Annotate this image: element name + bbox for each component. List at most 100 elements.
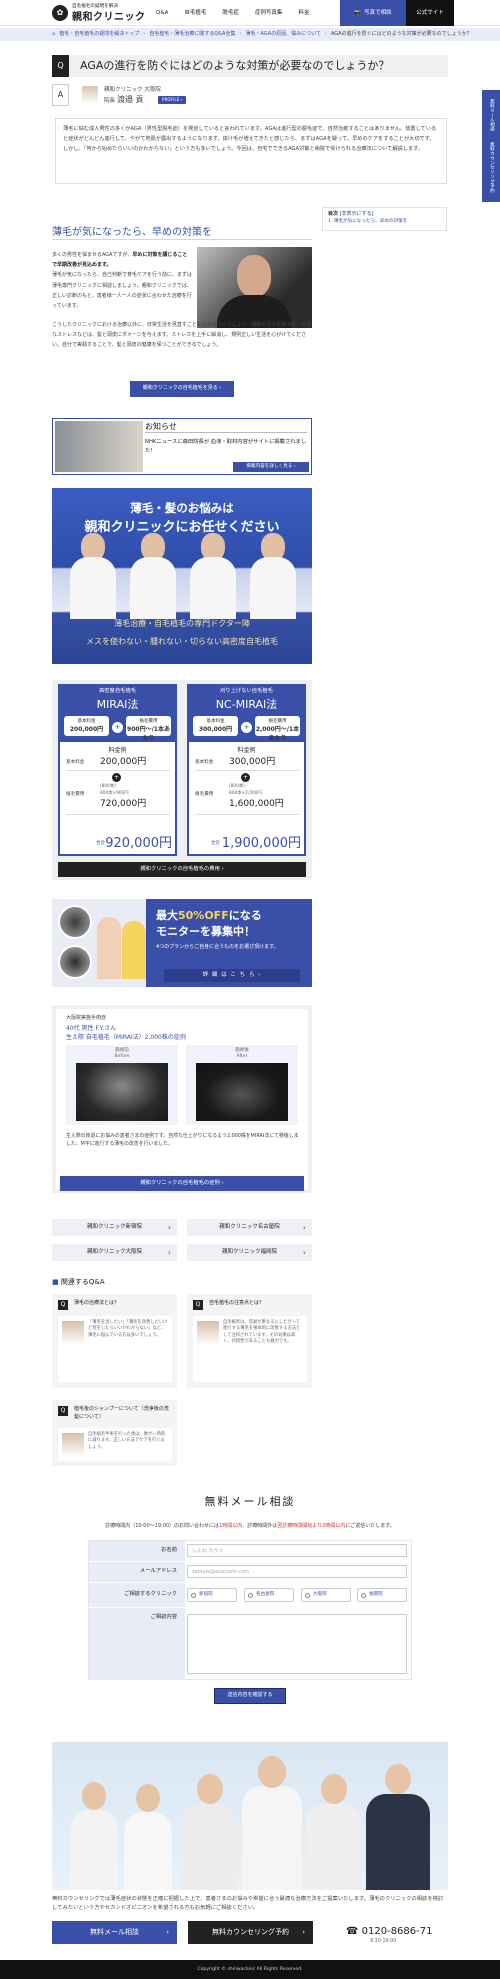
monitor-person — [122, 921, 146, 979]
clinic-radio-shinjuku[interactable]: 新宿院 — [187, 1588, 237, 1602]
plan-name: NC-MIRAI法 — [215, 698, 278, 711]
monitor-text: 4つのプランからご自身に合うものをお選び頂けます。 — [156, 944, 279, 950]
home-icon: ⌂ — [52, 30, 56, 37]
monitor-photos — [52, 899, 146, 987]
doctor-avatar — [62, 1321, 84, 1345]
related-qa-card[interactable]: Q 植毛後のシャンプーについて（洗浄後の洗髪について） 自毛植毛手術を行った後は… — [52, 1400, 177, 1466]
related-qa-card[interactable]: Q 自毛植毛の注意点とは？ 自毛植毛は、年齢が重なるにしたがって進行する薄毛を根… — [187, 1294, 312, 1388]
question-mark: Q — [52, 55, 69, 77]
case-clinic: 大阪院実施手術症 — [66, 1015, 107, 1021]
related-qa-card[interactable]: Q 薄毛の治療法とは？ 「薄毛を治したい」「薄毛を改善したいけど何をしたらいいか… — [52, 1294, 177, 1388]
monitor-headline: 最大50%OFFになる — [156, 909, 262, 922]
clinic-select-label: ご相談するクリニック — [89, 1583, 185, 1607]
monitor-detail-button[interactable]: 詳 細 は こ ち ら › — [164, 969, 300, 982]
plan-divider — [195, 814, 299, 815]
notice-detail-button[interactable]: 掲載内容を詳しく見る › — [233, 462, 309, 472]
monitor-banner[interactable]: 最大50%OFFになる モニターを募集中！ 4つのプランからご自身に合うものをお… — [52, 899, 312, 987]
plan-row-label: 植毛費用 — [66, 792, 85, 797]
form-submit-button[interactable]: 送信内容を確認する — [214, 1688, 286, 1704]
plus-icon: + — [112, 773, 121, 782]
plan-fee-title: 料金例 — [108, 747, 127, 754]
plus-icon: + — [241, 773, 250, 782]
breadcrumb-item[interactable]: 薄毛・AGAの原因、悩みについて — [245, 31, 320, 39]
float-mail-link[interactable]: 無料メール相談 — [488, 99, 494, 131]
mail-form: お名前 しんわ たろう メールアドレス sample@example.com ご… — [88, 1540, 412, 1680]
nav-item-price[interactable]: 料金 — [290, 0, 317, 26]
case-study: 大阪院実施手術症 40代 男性 F.Y.さん 生え際 自毛植毛（MIRAI法）2… — [52, 1005, 312, 1193]
toc-item[interactable]: 1. 薄毛が気になったら、早めの対策を — [328, 219, 441, 226]
mail-form-title: 無料メール相談 — [204, 1495, 296, 1508]
notice-divider — [145, 432, 307, 433]
clinic-radio-fukuoka[interactable]: 福岡院 — [357, 1588, 407, 1602]
plan-graft-value: 2,000円〜/1本あたり — [255, 726, 300, 742]
doctor-avatar — [197, 1321, 219, 1345]
banner-doctor — [190, 533, 236, 619]
name-input[interactable]: しんわ たろう — [187, 1544, 407, 1557]
transplant-cta-button[interactable]: 親和クリニックの自毛植毛を見る › — [130, 381, 234, 397]
notice-text: NHKニュースに森田院長が 血液・取材内容がサイトに掲載されました！ — [145, 439, 307, 454]
copyright: Copyright © shinwaclinic All Rights Rese… — [0, 1960, 500, 1979]
question-mark: Q — [58, 1406, 68, 1416]
before-label: 施術前 Before — [114, 1048, 130, 1059]
nav-item-cases[interactable]: 症例写真集 — [247, 0, 291, 26]
doctor-name: 渡邉 貢 — [117, 95, 144, 104]
plan-row-label: 植毛費用 — [195, 792, 214, 797]
nav-item-transplant[interactable]: 自毛植毛 — [176, 0, 214, 26]
clinic-radio-nagoya[interactable]: 名古屋院 — [244, 1588, 294, 1602]
email-input[interactable]: sample@example.com — [187, 1565, 407, 1578]
profile-button[interactable]: PROFILE › — [158, 96, 187, 104]
breadcrumb-item[interactable]: 植毛・自毛植毛の疑問を解決トップ — [59, 31, 139, 39]
answer-summary: 薄毛に悩む成人男性の多くがAGA（男性型脱毛症）を発症していると言われています。… — [55, 118, 447, 184]
related-answer-text: 自毛植毛は、年齢が重なるにしたがって進行する薄毛を根本的に改善する方法として注目… — [223, 1320, 301, 1344]
nav-item-alopecia[interactable]: 脱毛症 — [214, 0, 247, 26]
qa-icon: ■ — [52, 1278, 59, 1286]
monitor-person — [97, 917, 121, 979]
question-mark: Q — [193, 1300, 203, 1310]
monitor-headline-2: モニターを募集中！ — [156, 925, 255, 938]
site-logo[interactable]: ✿ 自毛植毛の疑問を解決 親和クリニック — [52, 4, 145, 23]
plan-total: 920,000円 — [105, 836, 172, 851]
clinic-radio-osaka[interactable]: 大阪院 — [301, 1588, 351, 1602]
banner-sub1: 薄毛治療・自毛植毛の専門ドクター陣 — [114, 619, 250, 628]
clinic-link-shinjuku[interactable]: 親和クリニック新宿院 — [52, 1219, 177, 1236]
related-answer: 自毛植毛手術を行った後は、数が一時的に減ります。正しい方法でケアを行いましょう。 — [58, 1428, 172, 1461]
breadcrumb-item[interactable]: 自毛植毛・薄毛治療に関するQ&A全集 — [149, 31, 235, 39]
after-photo — [196, 1063, 288, 1121]
content-textarea[interactable] — [187, 1614, 407, 1674]
plan-graft-label: 植毛費用 — [268, 719, 287, 724]
plan-row-value: 1,600,000円 — [229, 799, 284, 809]
plan-note: (800本) 800本×2,000円 — [229, 784, 262, 796]
breadcrumb-current: AGAの進行を防ぐにはどのような対策が必要なのでしょうか？ — [330, 30, 472, 37]
plan-base-price: 基本料金 300,000円 — [193, 716, 238, 736]
case-detail-button[interactable]: 親和クリニックの自毛植毛の症例 › — [60, 1176, 304, 1191]
plan-base-label: 基本料金 — [77, 719, 96, 724]
clinic-link-fukuoka[interactable]: 親和クリニック福岡院 — [187, 1244, 312, 1261]
related-answer: 「薄毛を治したい」「薄毛を改善したいけど何をしたらいいかわからない」など、薄毛に… — [58, 1316, 172, 1382]
plan-graft-price: 植毛費用 900円〜/1本あたり — [126, 716, 171, 742]
clinic-link-osaka[interactable]: 親和クリニック大阪院 — [52, 1244, 177, 1261]
site-header: ✿ 自毛植毛の疑問を解決 親和クリニック Q&A 自毛植毛 脱毛症 症例写真集 … — [0, 0, 500, 26]
answer-mark: A — [52, 84, 69, 106]
name-label: お名前 — [89, 1541, 185, 1561]
question-header: Q AGAの進行を防ぐにはどのような対策が必要なのでしょうか？ — [52, 55, 448, 77]
doctors-banner[interactable]: 薄毛・髪のお悩みは 親和クリニックにお任せください 薄毛治療・自毛植毛の専門ドク… — [52, 488, 312, 664]
photo-consult-button[interactable]: 📷 写真で相談 — [340, 0, 406, 26]
toc-toggle[interactable]: [非表示にする] — [340, 211, 374, 217]
page-title: AGAの進行を防ぐにはどのような対策が必要なのでしょうか？ — [80, 59, 390, 72]
float-reserve-link[interactable]: 無料カウンセリング予約 — [488, 142, 494, 193]
staff-photo — [52, 1742, 448, 1890]
official-site-button[interactable]: 公式サイト — [406, 0, 454, 26]
doctor-clinic: 親和クリニック 大阪院 — [104, 87, 161, 93]
plan-base-price: 基本料金 200,000円 — [64, 716, 109, 736]
breadcrumb: ⌂ 植毛・自毛植毛の疑問を解決トップ › 自毛植毛・薄毛治療に関するQ&A全集 › … — [0, 28, 500, 41]
mail-consult-button[interactable]: 無料メール相談 — [52, 1921, 177, 1944]
after-photo-box: 施術後 After — [186, 1045, 298, 1125]
after-label: 施術後 After — [235, 1048, 249, 1059]
counseling-reserve-button[interactable]: 無料カウンセリング予約 — [188, 1921, 313, 1944]
plan-graft-price: 植毛費用 2,000円〜/1本あたり — [255, 716, 300, 742]
price-detail-button[interactable]: 親和クリニックの自毛植毛の費用 › — [58, 862, 306, 877]
clinic-link-nagoya[interactable]: 親和クリニック名古屋院 — [187, 1219, 312, 1236]
nav-item-qa[interactable]: Q&A — [148, 0, 176, 26]
phone-number[interactable]: ☎ 0120-8686-71 — [346, 1924, 432, 1939]
plan-row-value: 200,000円 — [100, 757, 147, 767]
